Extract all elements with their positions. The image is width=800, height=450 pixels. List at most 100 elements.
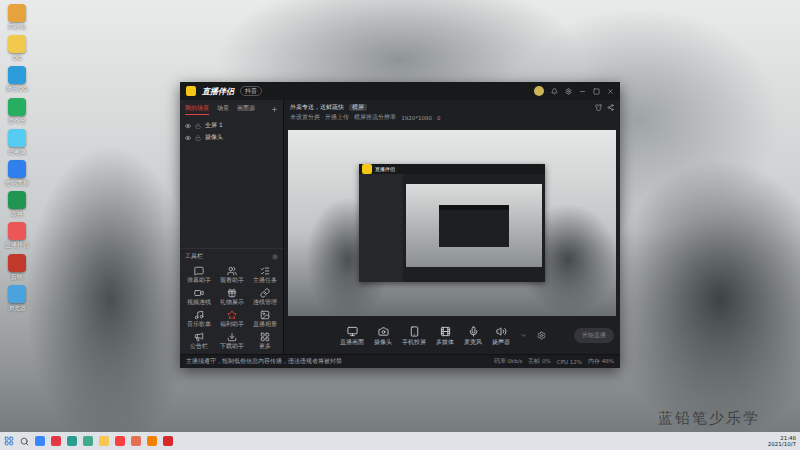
lock-icon[interactable]	[195, 123, 201, 129]
toolbar-button[interactable]: 扬声器	[492, 326, 510, 346]
eye-icon[interactable]	[185, 123, 191, 129]
desktop-icon[interactable]: 回收站	[2, 4, 32, 30]
search-icon[interactable]	[20, 437, 29, 446]
share-icon[interactable]	[607, 104, 614, 111]
taskbar-app-icon[interactable]	[35, 436, 45, 446]
title-bar: 直播伴侣抖音	[180, 82, 620, 100]
tool-item[interactable]: 弹幕助手	[183, 266, 214, 284]
maximize-icon[interactable]	[593, 88, 600, 95]
tools-header: 工具栏	[180, 248, 283, 264]
orientation-tag[interactable]: 横屏	[349, 104, 367, 111]
start-icon[interactable]	[4, 436, 14, 446]
tool-label: 弹幕助手	[187, 277, 211, 284]
gear-icon[interactable]	[565, 88, 572, 95]
gear-icon[interactable]	[272, 254, 278, 260]
toolbar-label: 摄像头	[374, 339, 392, 346]
desktop-icon-label: 表格	[11, 210, 23, 217]
close-icon[interactable]	[607, 88, 614, 95]
desktop-icon[interactable]: 腾讯QQ	[2, 66, 32, 92]
taskbar-app-icon[interactable]	[51, 436, 61, 446]
toolbar-icon	[468, 326, 479, 337]
desktop-area: 回收站QQ腾讯QQ爱奇艺此电脑控制面板表格直播伴侣剪映浏览器直播伴侣抖音我的场景…	[0, 0, 800, 432]
info-chip: 未设置分类 · 开播上传	[290, 114, 349, 121]
toolbar-button[interactable]: 摄像头	[374, 326, 392, 346]
info-chip: 1920*1080	[401, 115, 432, 121]
time: 21:48	[780, 435, 796, 441]
minimize-icon[interactable]	[579, 88, 586, 95]
avatar-icon[interactable]	[534, 86, 544, 96]
desktop-icon[interactable]: 此电脑	[2, 129, 32, 155]
toolbar-button[interactable]: 手机投屏	[402, 326, 426, 346]
lock-icon[interactable]	[195, 135, 201, 141]
taskbar-app-icon[interactable]	[163, 436, 173, 446]
scene-row[interactable]: 摄像头	[185, 133, 278, 142]
tool-icon	[194, 266, 204, 276]
sidebar-tab[interactable]: 场景	[217, 104, 229, 115]
app-icon	[8, 285, 26, 303]
toolbar: 直播画面摄像头 手机投屏多媒体麦克风扬声器 开始直播	[284, 316, 620, 354]
date: 2021/10/7	[768, 441, 796, 447]
taskbar-app-icon[interactable]	[83, 436, 93, 446]
main-panel: 外卖专送，送鲜蔬快横屏未设置分类 · 开播上传横屏推流分辨率 1920*1080 0…	[284, 100, 620, 354]
sidebar-tab[interactable]: 我的场景	[185, 104, 209, 115]
toolbar-button[interactable]: 麦克风	[464, 326, 482, 346]
toolbar-icon	[347, 326, 358, 337]
tool-item[interactable]: 直播相册	[249, 310, 280, 328]
tool-icon	[194, 310, 204, 320]
scene-list: 全屏 1 摄像头	[180, 119, 283, 144]
gear-icon[interactable]	[537, 331, 546, 340]
outfit-icon[interactable]	[595, 104, 602, 111]
desktop-icon[interactable]: 表格	[2, 191, 32, 217]
desktop-icon[interactable]: 控制面板	[2, 160, 32, 186]
bell-icon[interactable]	[551, 88, 558, 95]
tool-item[interactable]: 连线管理	[249, 288, 280, 306]
desktop-icon-label: 控制面板	[5, 179, 29, 186]
toolbar-button[interactable]: 多媒体	[436, 326, 454, 346]
taskbar-app-icon[interactable]	[147, 436, 157, 446]
tool-icon	[194, 288, 204, 298]
add-icon[interactable]	[271, 106, 278, 113]
info-chip: 横屏推流分辨率	[354, 114, 396, 121]
start-button[interactable]: 开始直播	[574, 328, 614, 343]
app-icon	[8, 254, 26, 272]
preview-title: 直播伴侣	[375, 166, 395, 172]
tool-item[interactable]: 更多	[249, 332, 280, 350]
tool-item[interactable]: 音乐歌单	[183, 310, 214, 328]
tool-label: 更多	[259, 343, 271, 350]
tool-icon	[260, 332, 270, 342]
tool-item[interactable]: 福利助手	[216, 310, 247, 328]
tool-item[interactable]: 观看助手	[216, 266, 247, 284]
taskbar-app-icon[interactable]	[99, 436, 109, 446]
toolbar-button[interactable]: 直播画面	[340, 326, 364, 346]
desktop-icon-label: 剪映	[11, 273, 23, 280]
like-count: 0	[437, 115, 441, 121]
taskbar-app-icon[interactable]	[131, 436, 141, 446]
stream-title[interactable]: 外卖专送，送鲜蔬快	[290, 103, 344, 112]
desktop-icon[interactable]: 爱奇艺	[2, 98, 32, 124]
tool-item[interactable]: 下载助手	[216, 332, 247, 350]
tools-grid: 弹幕助手观看助手主播任务视频连线礼物展示连线管理音乐歌单福利助手直播相册公告栏下…	[180, 264, 283, 354]
desktop-icon[interactable]: QQ	[2, 35, 32, 61]
clock[interactable]: 21:482021/10/7	[768, 435, 796, 448]
tool-item[interactable]: 视频连线	[183, 288, 214, 306]
tool-item[interactable]: 礼物展示	[216, 288, 247, 306]
desktop-icon[interactable]: 剪映	[2, 254, 32, 280]
taskbar-app-icon[interactable]	[67, 436, 77, 446]
platform-badge[interactable]: 抖音	[240, 86, 262, 96]
preview-main	[403, 174, 545, 282]
tool-label: 音乐歌单	[187, 321, 211, 328]
tool-item[interactable]: 主播任务	[249, 266, 280, 284]
tool-label: 礼物展示	[220, 299, 244, 306]
sidebar-tab[interactable]: 画面源	[237, 104, 255, 115]
desktop-icon[interactable]: 直播伴侣	[2, 222, 32, 248]
taskbar: 21:482021/10/7	[0, 432, 800, 450]
scene-row[interactable]: 全屏 1	[185, 121, 278, 130]
logo-icon	[186, 86, 196, 96]
desktop-icon[interactable]: 浏览器	[2, 285, 32, 311]
taskbar-app-icon[interactable]	[115, 436, 125, 446]
preview-window: 直播伴侣	[359, 164, 545, 282]
scene-label: 全屏 1	[205, 121, 223, 130]
chevron-icon[interactable]	[520, 332, 527, 339]
tool-item[interactable]: 公告栏	[183, 332, 214, 350]
eye-icon[interactable]	[185, 135, 191, 141]
